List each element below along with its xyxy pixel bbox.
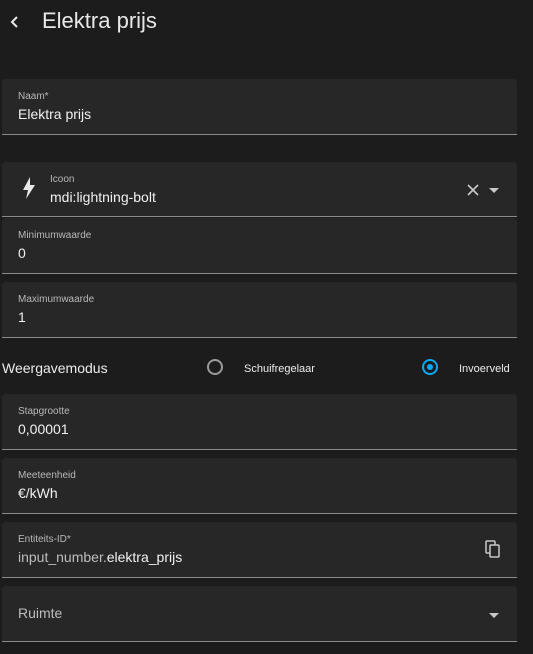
chevron-left-icon bbox=[10, 16, 18, 28]
page-title: Elektra prijs bbox=[42, 8, 157, 33]
radio-input-field[interactable] bbox=[422, 359, 438, 375]
entity-id-value[interactable]: input_number.elektra_prijs bbox=[18, 549, 182, 565]
radio-input-field-label[interactable]: Invoerveld bbox=[459, 363, 510, 375]
entity-id-label: Entiteits-ID* bbox=[18, 534, 71, 545]
back-button[interactable] bbox=[2, 8, 28, 36]
radio-slider-label[interactable]: Schuifregelaar bbox=[244, 363, 315, 375]
name-value[interactable]: Elektra prijs bbox=[18, 106, 91, 122]
unit-field[interactable]: Meeteenheid €/kWh bbox=[2, 458, 517, 514]
unit-value[interactable]: €/kWh bbox=[18, 485, 58, 501]
top-bar: Elektra prijs bbox=[0, 0, 533, 60]
icon-field[interactable]: Icoon mdi:lightning-bolt bbox=[2, 162, 517, 217]
max-value[interactable]: 1 bbox=[18, 309, 26, 325]
name-label: Naam* bbox=[18, 91, 49, 102]
step-value[interactable]: 0,00001 bbox=[18, 421, 69, 437]
entity-id-name[interactable]: elektra_prijs bbox=[107, 549, 182, 565]
display-mode-label: Weergavemodus bbox=[2, 360, 108, 376]
max-label: Maximumwaarde bbox=[18, 294, 95, 305]
min-label: Minimumwaarde bbox=[18, 230, 92, 241]
min-field[interactable]: Minimumwaarde 0 bbox=[2, 218, 517, 274]
step-label: Stapgrootte bbox=[18, 406, 70, 417]
display-mode-group: Weergavemodus Schuifregelaar Invoerveld bbox=[0, 354, 533, 386]
dropdown-arrow-icon[interactable] bbox=[489, 188, 499, 193]
area-placeholder: Ruimte bbox=[18, 605, 63, 621]
min-value[interactable]: 0 bbox=[18, 245, 26, 261]
area-field[interactable]: Ruimte bbox=[2, 586, 517, 642]
entity-id-prefix: input_number. bbox=[18, 549, 107, 565]
radio-slider[interactable] bbox=[207, 359, 223, 375]
close-icon[interactable] bbox=[467, 184, 479, 196]
icon-label: Icoon bbox=[50, 174, 75, 185]
icon-value[interactable]: mdi:lightning-bolt bbox=[50, 189, 156, 205]
max-field[interactable]: Maximumwaarde 1 bbox=[2, 282, 517, 338]
name-field[interactable]: Naam* Elektra prijs bbox=[2, 79, 517, 135]
lightning-bolt-icon bbox=[23, 177, 35, 199]
step-field[interactable]: Stapgrootte 0,00001 bbox=[2, 394, 517, 450]
dropdown-arrow-icon[interactable] bbox=[489, 613, 499, 618]
copy-icon[interactable] bbox=[485, 540, 501, 558]
unit-label: Meeteenheid bbox=[18, 470, 76, 481]
entity-id-field[interactable]: Entiteits-ID* input_number.elektra_prijs bbox=[2, 522, 517, 578]
